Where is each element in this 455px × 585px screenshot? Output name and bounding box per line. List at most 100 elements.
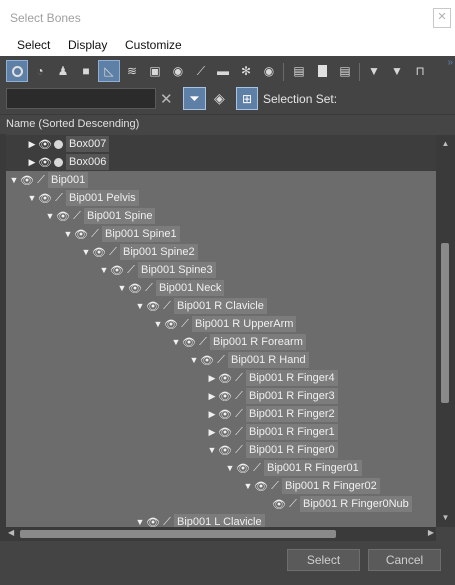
expand-arrow-icon[interactable]: ▼ [224,463,236,473]
tree-row[interactable]: ▶ 👁︎ ⟋ Bip001 R Finger4 [6,369,436,387]
hidden-filter-icon[interactable]: ◉ [259,61,279,81]
circle-filter-icon[interactable] [6,60,28,82]
tree-item-label[interactable]: Box007 [66,136,110,152]
tree-item-label[interactable]: Bip001 R Finger3 [246,388,338,404]
tree-row[interactable]: ▼ 👁︎ ⟋ Bip001 R UpperArm [6,315,436,333]
tree-row[interactable]: ▼ 👁︎ ⟋ Bip001 Spine3 [6,261,436,279]
visibility-eye-icon[interactable]: 👁︎ [164,318,178,331]
tree-item-label[interactable]: Bip001 Pelvis [66,190,139,206]
visibility-eye-icon[interactable]: 👁︎ [272,498,286,511]
tree-row[interactable]: ▼ 👁︎ ⟋ Bip001 R Clavicle [6,297,436,315]
visibility-eye-icon[interactable]: 👁︎ [218,444,232,457]
document-lines-icon[interactable]: ▤ [335,61,355,81]
select-button[interactable]: Select [287,549,360,571]
visibility-eye-icon[interactable]: 👁︎ [146,300,160,313]
tree-item-label[interactable]: Bip001 [48,172,89,188]
collapse-arrow-icon[interactable]: ▶ [206,427,218,438]
tree-row[interactable]: ▼ 👁︎ ⟋ Bip001 Spine1 [6,225,436,243]
light-filter-icon[interactable]: ♟ [53,61,73,81]
tree-row[interactable]: ▼ 👁︎ ⟋ Bip001 L Clavicle [6,513,436,527]
visibility-eye-icon[interactable]: 👁︎ [56,210,70,223]
horizontal-scroll-thumb[interactable] [20,530,336,538]
expand-arrow-icon[interactable]: ▼ [206,445,218,455]
tree-row[interactable]: ▶ 👁︎ ⟋ Bip001 R Finger1 [6,423,436,441]
visibility-eye-icon[interactable]: 👁︎ [92,246,106,259]
menu-customize[interactable]: Customize [125,38,182,52]
funnel-icon[interactable]: ▼ [387,61,407,81]
tree-item-label[interactable]: Bip001 Spine1 [102,226,180,242]
group-filter-icon[interactable]: ▣ [145,61,165,81]
visibility-eye-icon[interactable]: 👁︎ [254,480,268,493]
tree-row[interactable]: ▶ 👁︎ Box006 [6,153,436,171]
expand-arrow-icon[interactable]: ▼ [188,355,200,365]
expand-arrow-icon[interactable]: ▼ [80,247,92,257]
tree-item-label[interactable]: Bip001 R Finger02 [282,478,380,494]
tree-row[interactable]: ▼ 👁︎ ⟋ Bip001 [6,171,436,189]
folder-icon[interactable]: ⊓ [410,61,430,81]
tree-row[interactable]: ▼ 👁︎ ⟋ Bip001 R Forearm [6,333,436,351]
overflow-chevron-icon[interactable]: » [447,57,453,68]
tree-item-label[interactable]: Bip001 R Finger4 [246,370,338,386]
tree-item-label[interactable]: Bip001 R Clavicle [174,298,267,314]
scroll-up-icon[interactable]: ▲ [440,139,451,149]
column-header[interactable]: Name (Sorted Descending) [0,114,455,136]
tree-row[interactable]: ▼ 👁︎ ⟋ Bip001 Neck [6,279,436,297]
tree-row[interactable]: ▼ 👁︎ ⟋ Bip001 R Finger0 [6,441,436,459]
close-icon[interactable]: ✕ [433,8,451,28]
expand-arrow-icon[interactable]: ▼ [44,211,56,221]
tree-row[interactable]: ▼ 👁︎ ⟋ Bip001 R Finger02 [6,477,436,495]
vertical-scroll-thumb[interactable] [441,243,449,403]
find-filter-button[interactable]: ⏷ [183,87,206,110]
document-icon[interactable] [312,61,332,81]
clear-search-icon[interactable]: ✕ [160,90,173,108]
expand-arrow-icon[interactable]: ▼ [116,283,128,293]
tree-item-label[interactable]: Bip001 R UpperArm [192,316,297,332]
expand-arrow-icon[interactable]: ▼ [242,481,254,491]
expand-arrow-icon[interactable]: ▼ [62,229,74,239]
tree-row[interactable]: ▼ 👁︎ ⟋ Bip001 Spine2 [6,243,436,261]
tree-row[interactable]: ▼ 👁︎ ⟋ Bip001 R Hand [6,351,436,369]
collapse-arrow-icon[interactable]: ▶ [26,157,38,168]
tree-row[interactable]: 👁︎ ⟋ Bip001 R Finger0Nub [6,495,436,513]
visibility-eye-icon[interactable]: 👁︎ [38,156,52,169]
layers-icon[interactable]: ◈ [214,90,225,107]
vertical-scrollbar[interactable]: ▲ ▼ [436,135,455,527]
tree-item-label[interactable]: Bip001 Neck [156,280,225,296]
horizontal-scrollbar[interactable]: ◀ ▶ [6,527,436,541]
container-filter-icon[interactable]: ▬ [213,61,233,81]
tree-row[interactable]: ▶ 👁︎ ⟋ Bip001 R Finger2 [6,405,436,423]
tree-item-label[interactable]: Bip001 Spine3 [138,262,216,278]
tree-row[interactable]: ▼ 👁︎ ⟋ Bip001 Pelvis [6,189,436,207]
tree-item-label[interactable]: Bip001 L Clavicle [174,514,265,527]
visibility-eye-icon[interactable]: 👁︎ [20,174,34,187]
cancel-button[interactable]: Cancel [368,549,441,571]
tree-item-label[interactable]: Bip001 R Finger1 [246,424,338,440]
camera-filter-icon[interactable]: ■ [76,61,96,81]
collapse-arrow-icon[interactable]: ▶ [206,409,218,420]
expand-arrow-icon[interactable]: ▼ [8,175,20,185]
scene-tree[interactable]: ▶ 👁︎ Box007 ▶ 👁︎ Box006 ▼ 👁︎ ⟋ Bip001 ▼ 👁︎ ⟋ Bip001 P… [6,135,436,527]
visibility-eye-icon[interactable]: 👁︎ [146,516,160,528]
visibility-eye-icon[interactable]: 👁︎ [38,192,52,205]
scroll-left-icon[interactable]: ◀ [8,528,14,537]
visibility-eye-icon[interactable]: 👁︎ [182,336,196,349]
tree-row[interactable]: ▶ 👁︎ ⟋ Bip001 R Finger3 [6,387,436,405]
visibility-eye-icon[interactable]: 👁︎ [236,462,250,475]
visibility-eye-icon[interactable]: 👁︎ [218,372,232,385]
expand-arrow-icon[interactable]: ▼ [134,517,146,527]
tree-item-label[interactable]: Bip001 R Finger0 [246,442,338,458]
tree-item-label[interactable]: Bip001 Spine [84,208,156,224]
tree-row[interactable]: ▶ 👁︎ Box007 [6,135,436,153]
tree-item-label[interactable]: Bip001 R Finger01 [264,460,362,476]
tree-item-label[interactable]: Bip001 R Hand [228,352,309,368]
expand-arrow-icon[interactable]: ▼ [98,265,110,275]
menu-display[interactable]: Display [68,38,107,52]
scroll-right-icon[interactable]: ▶ [428,528,434,537]
tree-item-label[interactable]: Bip001 R Forearm [210,334,306,350]
menu-select[interactable]: Select [17,38,50,52]
tree-item-label[interactable]: Bip001 R Finger0Nub [300,496,412,512]
hierarchy-button[interactable]: ⊞ [236,87,258,110]
collapse-arrow-icon[interactable]: ▶ [206,373,218,384]
search-input[interactable] [6,88,156,109]
visibility-eye-icon[interactable]: 👁︎ [128,282,142,295]
